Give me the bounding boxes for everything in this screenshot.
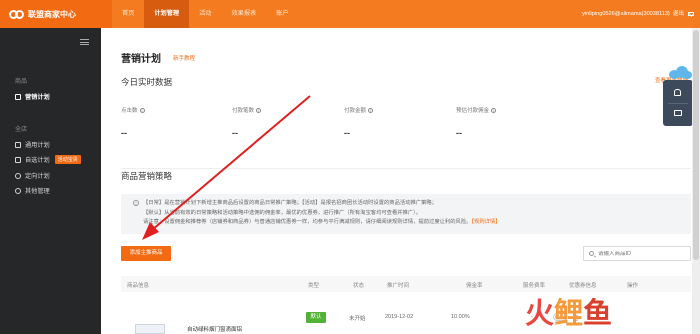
watermark-char-3: 鱼 [583,296,613,330]
watermark-char-1: 火 [525,296,555,330]
annotation-arrow [142,95,311,240]
watermark-char-2: 鲤 [554,296,584,330]
watermark-logo: 火鲤鱼 [525,290,612,332]
